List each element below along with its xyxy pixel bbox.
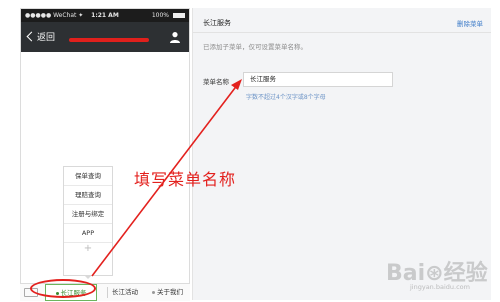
back-button[interactable]: 返回 <box>26 30 55 43</box>
nav-bar: 返回 <box>21 22 189 52</box>
menu-name-label: 菜单名称 <box>203 78 229 86</box>
menu-tab-label: 关于我们 <box>157 288 183 296</box>
profile-icon[interactable] <box>169 31 181 43</box>
submenu-item-claim-query[interactable]: 理赔查询 <box>64 186 112 205</box>
editor-divider <box>193 32 491 33</box>
menu-tab-label: 长江活动 <box>112 288 138 296</box>
submenu-popup: 保单查询 理赔查询 注册与绑定 APP + <box>63 166 113 276</box>
back-label: 返回 <box>37 33 56 43</box>
chevron-left-icon <box>26 31 37 42</box>
watermark-url: jingyan.baidu.com <box>410 283 470 291</box>
editor-notice: 已添加子菜单，仅可设置菜单名称。 <box>203 43 307 51</box>
phone-preview: ●●●●● WeChat ✦ 1:21 AM 100% 返回 保单查询 理赔查询… <box>20 8 190 294</box>
status-bar: ●●●●● WeChat ✦ 1:21 AM 100% <box>21 9 189 22</box>
menu-name-hint: 字数不超过4个汉字或8个字母 <box>246 94 326 101</box>
annotation-text: 填写菜单名称 <box>134 170 237 189</box>
editor-title: 长江服务 <box>203 19 231 27</box>
menu-tab-about-us[interactable]: 关于我们 <box>152 284 183 301</box>
battery-icon <box>173 13 185 18</box>
watermark: Bai⊛经验 jingyan.baidu.com <box>376 255 496 295</box>
submenu-item-register-bind[interactable]: 注册与绑定 <box>64 205 112 224</box>
delete-menu-link[interactable]: 删除菜单 <box>457 18 483 28</box>
submenu-item-app[interactable]: APP <box>64 224 112 243</box>
add-submenu-button[interactable]: + <box>64 243 112 255</box>
menu-dot-icon <box>152 290 155 294</box>
annotation-circle <box>30 279 96 298</box>
account-title-redaction <box>69 38 149 42</box>
menu-name-input[interactable]: 长江服务 <box>243 72 393 87</box>
submenu-caret <box>84 275 92 279</box>
submenu-item-policy-query[interactable]: 保单查询 <box>64 167 112 186</box>
battery-label: 100% <box>151 12 169 19</box>
menu-divider <box>107 287 108 298</box>
menu-tab-changjiang-event[interactable]: 长江活动 <box>112 284 138 301</box>
